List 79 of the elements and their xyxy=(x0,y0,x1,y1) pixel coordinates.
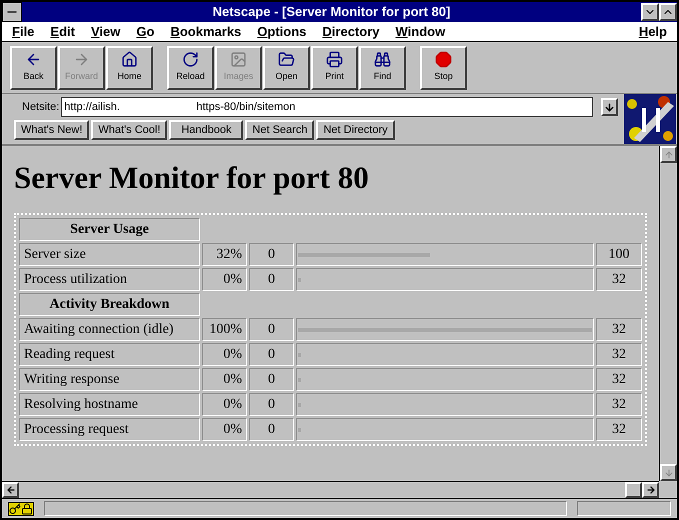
table-cell: 32 xyxy=(596,368,642,391)
netsite-label: Netsite: xyxy=(21,100,60,115)
toolbar-button[interactable]: Print xyxy=(311,46,358,90)
dropdown-button[interactable] xyxy=(601,98,618,116)
binoculars-icon xyxy=(374,51,391,68)
directory-button[interactable]: Handbook xyxy=(169,120,244,140)
scroll-down-button[interactable] xyxy=(660,464,677,481)
table-cell: 0 xyxy=(249,243,294,266)
table-cell: 0 xyxy=(249,418,294,441)
menu-item[interactable]: Directory xyxy=(322,22,380,42)
scroll-up-button[interactable] xyxy=(660,146,677,163)
table-cell: Resolving hostname xyxy=(19,393,200,416)
menu-item[interactable]: Window xyxy=(396,22,446,42)
directory-button[interactable]: Net Search xyxy=(245,120,314,140)
table-cell: Reading request xyxy=(19,343,200,366)
table-cell: 0 xyxy=(249,343,294,366)
image-icon xyxy=(230,51,247,68)
stop-sign-icon xyxy=(435,51,452,68)
table-cell: 32% xyxy=(202,243,247,266)
url-field[interactable]: http://ailish. https-80/bin/sitemon xyxy=(61,97,593,117)
table-cell: 100% xyxy=(202,318,247,341)
house-icon xyxy=(121,51,138,68)
directory-button[interactable]: What's New! xyxy=(14,120,90,140)
scroll-left-button[interactable] xyxy=(2,482,19,498)
vertical-scrollbar[interactable] xyxy=(659,146,677,481)
table-cell: Server size xyxy=(19,243,200,266)
menu-item[interactable]: Help xyxy=(638,22,667,42)
table-cell: 0 xyxy=(249,268,294,291)
scroll-right-button[interactable] xyxy=(642,482,659,498)
right-arrow-icon xyxy=(646,485,656,495)
table-cell: 32 xyxy=(596,268,642,291)
left-arrow-icon xyxy=(6,485,16,495)
system-menu-button[interactable] xyxy=(2,2,22,22)
folder-icon xyxy=(278,51,295,68)
menu-item[interactable]: File xyxy=(12,22,34,42)
menu-item[interactable]: View xyxy=(90,22,120,42)
minimize-button[interactable] xyxy=(641,3,659,21)
scroll-thumb[interactable] xyxy=(625,482,642,498)
table-cell: Processing request xyxy=(19,418,200,441)
directory-button[interactable]: What's Cool! xyxy=(91,120,168,140)
table-cell: 100 xyxy=(596,243,642,266)
table-cell: 32 xyxy=(596,393,642,416)
table-cell: 0 xyxy=(249,393,294,416)
table-cell: 0% xyxy=(202,268,247,291)
table-cell: 32 xyxy=(596,418,642,441)
table-cell: 0% xyxy=(202,418,247,441)
table-cell: 0 xyxy=(249,368,294,391)
toolbar-button[interactable]: Home xyxy=(106,46,153,90)
table-cell: 32 xyxy=(596,318,642,341)
up-arrow-icon xyxy=(664,150,674,160)
page-heading: Server Monitor for port 80 xyxy=(14,162,370,193)
menu-item[interactable]: Options xyxy=(257,22,306,42)
reload-icon xyxy=(182,51,199,68)
toolbar-button[interactable]: Stop xyxy=(420,46,467,90)
directory-button[interactable]: Net Directory xyxy=(316,120,395,140)
section-header-cell: Server Usage xyxy=(19,218,200,241)
table-cell: Writing response xyxy=(19,368,200,391)
table-cell: Awaiting connection (idle) xyxy=(19,318,200,341)
section-header-cell: Activity Breakdown xyxy=(19,293,200,316)
table-cell: 0 xyxy=(249,318,294,341)
toolbar-button[interactable]: Back xyxy=(10,46,57,90)
down-arrow-icon xyxy=(604,102,615,112)
toolbar-button[interactable]: Reload xyxy=(167,46,214,90)
menu-item[interactable]: Go xyxy=(136,22,154,42)
printer-icon xyxy=(326,51,343,68)
table-cell: 0% xyxy=(202,393,247,416)
window-title: Netscape - [Server Monitor for port 80] xyxy=(212,3,452,22)
logo-icon xyxy=(624,94,676,144)
maximize-button[interactable] xyxy=(659,3,677,21)
horizontal-scrollbar[interactable] xyxy=(2,481,659,498)
menu-item[interactable]: Edit xyxy=(50,22,75,42)
table-cell: 32 xyxy=(596,343,642,366)
down-arrow-icon xyxy=(664,468,674,478)
table-cell: Process utilization xyxy=(19,268,200,291)
table-cell: 0% xyxy=(202,368,247,391)
table-cell: 0% xyxy=(202,343,247,366)
toolbar-button[interactable]: Find xyxy=(359,46,406,90)
toolbar-button[interactable]: Open xyxy=(263,46,310,90)
menu-item[interactable]: Bookmarks xyxy=(170,22,242,42)
